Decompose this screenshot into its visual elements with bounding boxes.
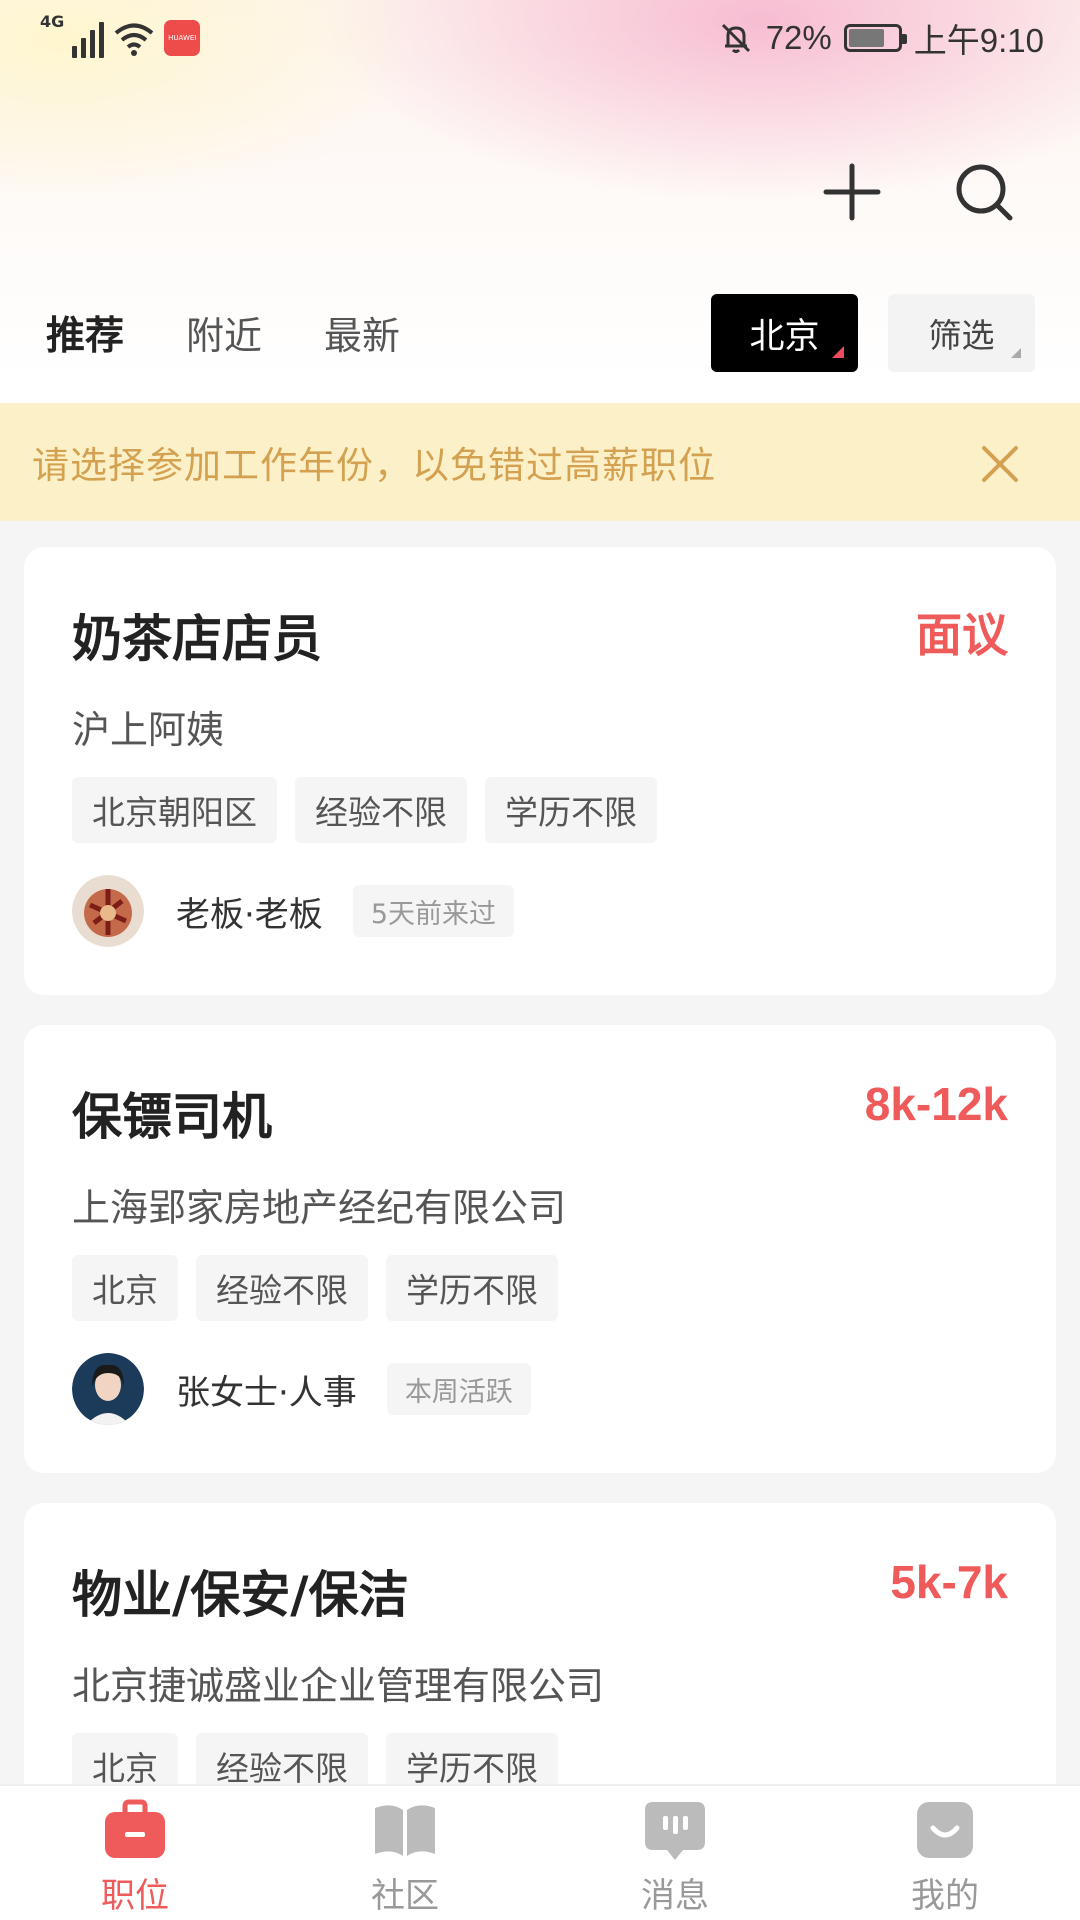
clock: 上午9:10 [913, 22, 1044, 59]
bottom-nav: 职位 社区 消息 我的 [0, 1784, 1080, 1920]
company-name: 北京捷诚盛业企业管理有限公司 [72, 1664, 605, 1708]
dropdown-corner-icon [1011, 348, 1021, 358]
battery-percent: 72% [765, 19, 832, 56]
experience-tag: 经验不限 [295, 777, 467, 843]
experience-tag: 经验不限 [196, 1255, 368, 1321]
tab-nearby[interactable]: 附近 [186, 305, 262, 360]
recruiter-row: 老板·老板 5天前来过 [72, 875, 514, 947]
recruiter-row: 张女士·人事 本周活跃 [72, 1353, 531, 1425]
nav-label: 职位 [101, 1876, 169, 1916]
education-tag: 学历不限 [485, 777, 657, 843]
company-name: 上海郢家房地产经纪有限公司 [72, 1186, 567, 1230]
signal-icon [72, 18, 105, 58]
job-card[interactable]: 保镖司机 8k-12k 上海郢家房地产经纪有限公司 北京 经验不限 学历不限 张… [24, 1025, 1056, 1473]
job-salary: 面议 [916, 609, 1008, 661]
job-title: 物业/保安/保洁 [72, 1566, 409, 1624]
job-tags: 北京朝阳区 经验不限 学历不限 [72, 777, 657, 843]
education-tag: 学历不限 [386, 1255, 558, 1321]
location-tag: 北京朝阳区 [72, 777, 277, 843]
activity-badge: 本周活跃 [386, 1363, 531, 1415]
job-salary: 5k-7k [890, 1556, 1008, 1608]
status-left: 4G HUAWEI [40, 12, 201, 58]
job-title: 保镖司机 [72, 1088, 272, 1146]
nav-jobs[interactable]: 职位 [0, 1786, 270, 1920]
close-icon[interactable] [980, 444, 1020, 484]
book-icon [375, 1805, 435, 1856]
job-tags: 北京 经验不限 学历不限 [72, 1255, 558, 1321]
filter-label: 筛选 [928, 316, 995, 355]
nav-label: 消息 [641, 1876, 709, 1916]
nav-community[interactable]: 社区 [270, 1786, 540, 1920]
tab-latest[interactable]: 最新 [324, 305, 400, 360]
plus-icon[interactable] [820, 160, 884, 224]
notice-banner[interactable]: 请选择参加工作年份，以免错过高薪职位 [0, 403, 1080, 521]
location-tag: 北京 [72, 1255, 178, 1321]
dropdown-corner-icon [832, 346, 844, 358]
avatar [72, 1353, 144, 1425]
avatar [72, 875, 144, 947]
status-bar: 4G HUAWEI 72% 上午9:10 [0, 0, 1080, 76]
company-name: 沪上阿姨 [72, 708, 225, 752]
nav-messages[interactable]: 消息 [540, 1786, 810, 1920]
job-title: 奶茶店店员 [72, 610, 322, 668]
feed-tabs: 推荐 附近 最新 [46, 305, 400, 361]
job-list-screen: 4G HUAWEI 72% 上午9:10 推荐 附近 最新 北京 筛选 请选择参… [0, 0, 1080, 1920]
profile-icon [917, 1802, 973, 1858]
nav-label: 社区 [371, 1876, 439, 1916]
job-salary: 8k-12k [864, 1078, 1008, 1130]
briefcase-icon [105, 1799, 165, 1858]
filter-button[interactable]: 筛选 [888, 294, 1035, 372]
status-right: 72% 上午9:10 [718, 14, 1044, 62]
network-type: 4G [40, 12, 65, 31]
mute-bell-icon [721, 23, 750, 53]
city-label: 北京 [749, 316, 820, 357]
app-notification-icon: HUAWEI [164, 20, 201, 56]
battery-fill [848, 29, 884, 47]
recruiter-name: 老板·老板 [176, 894, 323, 935]
message-icon [645, 1802, 705, 1860]
activity-badge: 5天前来过 [352, 885, 514, 937]
tab-recommend[interactable]: 推荐 [46, 305, 124, 361]
job-card[interactable]: 奶茶店店员 面议 沪上阿姨 北京朝阳区 经验不限 学历不限 老板·老板 5天前来… [24, 547, 1056, 995]
nav-label: 我的 [911, 1876, 979, 1916]
wifi-icon [114, 23, 154, 56]
nav-profile[interactable]: 我的 [810, 1786, 1080, 1920]
notice-text: 请选择参加工作年份，以免错过高薪职位 [32, 444, 716, 487]
city-selector-button[interactable]: 北京 [711, 294, 858, 372]
search-icon[interactable] [952, 160, 1016, 224]
app-badge-label: HUAWEI [168, 34, 197, 42]
recruiter-name: 张女士·人事 [176, 1372, 357, 1413]
battery-icon [843, 24, 907, 52]
